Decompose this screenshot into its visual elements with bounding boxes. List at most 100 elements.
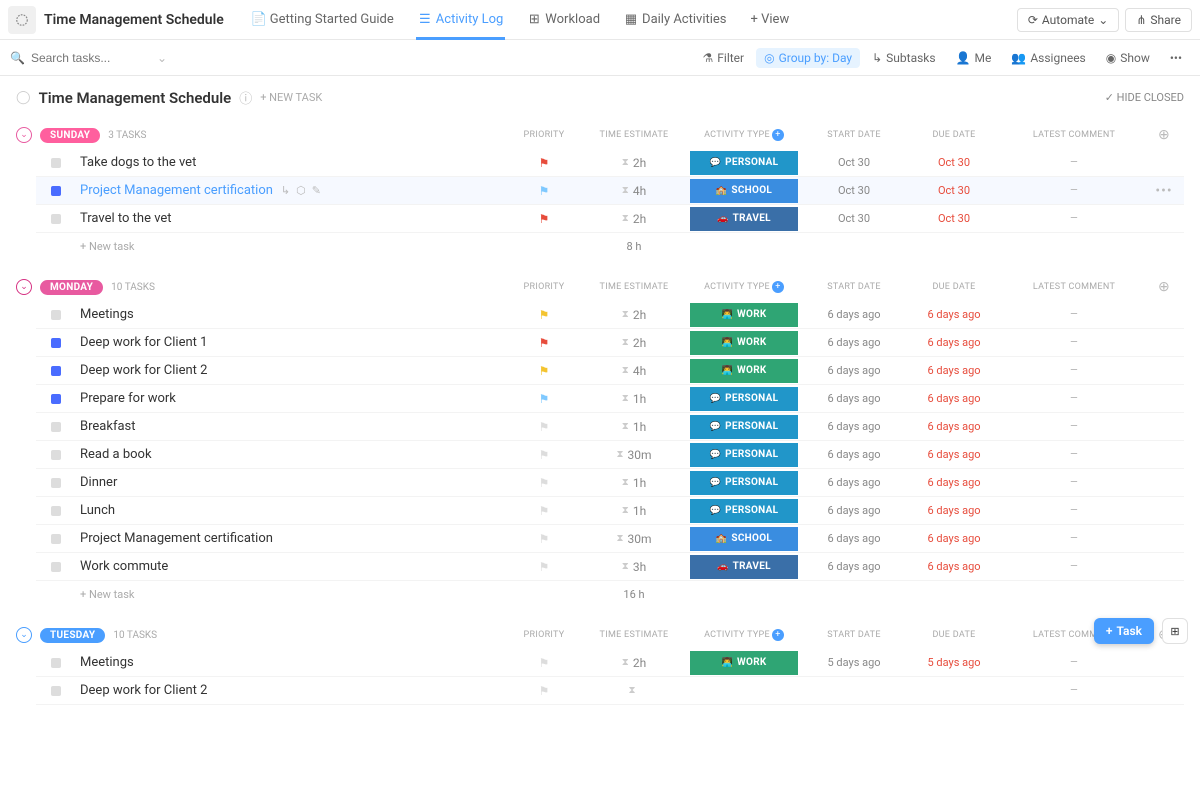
due-date-cell[interactable]: Oct 30 — [904, 184, 1004, 197]
task-name[interactable]: Breakfast — [76, 419, 504, 434]
search-input[interactable] — [31, 51, 151, 65]
task-name[interactable]: Take dogs to the vet — [76, 155, 504, 170]
task-row[interactable]: Deep work for Client 1 ⚑ ⧗2h 👨‍💻WORK 6 d… — [36, 329, 1184, 357]
col-due[interactable]: DUE DATE — [904, 630, 1004, 640]
comment-cell[interactable]: – — [1004, 419, 1144, 434]
add-activity-icon[interactable]: + — [772, 281, 784, 293]
status-indicator[interactable] — [51, 658, 61, 668]
comment-cell[interactable]: – — [1004, 391, 1144, 406]
task-row[interactable]: Deep work for Client 2 ⚑ ⧗ – — [36, 677, 1184, 705]
estimate-cell[interactable]: ⧗1h — [584, 504, 684, 518]
activity-badge[interactable]: 💬PERSONAL — [690, 443, 798, 467]
col-comment[interactable]: LATEST COMMENT — [1004, 130, 1144, 140]
comment-cell[interactable]: – — [1004, 655, 1144, 670]
collapse-toggle[interactable]: ⌄ — [16, 279, 32, 295]
col-priority[interactable]: PRIORITY — [504, 630, 584, 640]
day-badge[interactable]: SUNDAY — [40, 128, 100, 143]
activity-badge[interactable]: 💬PERSONAL — [690, 151, 798, 175]
col-priority[interactable]: PRIORITY — [504, 282, 584, 292]
priority-cell[interactable]: ⚑ — [504, 336, 584, 350]
col-estimate[interactable]: TIME ESTIMATE — [584, 630, 684, 640]
status-indicator[interactable] — [51, 394, 61, 404]
priority-cell[interactable]: ⚑ — [504, 392, 584, 406]
status-indicator[interactable] — [51, 506, 61, 516]
show-button[interactable]: ◉Show — [1098, 48, 1158, 68]
activity-cell[interactable]: 🚗TRAVEL — [684, 555, 804, 579]
comment-cell[interactable]: – — [1004, 475, 1144, 490]
comment-cell[interactable]: – — [1004, 559, 1144, 574]
due-date-cell[interactable]: 6 days ago — [904, 364, 1004, 377]
col-priority[interactable]: PRIORITY — [504, 130, 584, 140]
task-row[interactable]: Project Management certification ⚑ ⧗30m … — [36, 525, 1184, 553]
subtasks-button[interactable]: ↳Subtasks — [864, 48, 943, 68]
task-row[interactable]: Breakfast ⚑ ⧗1h 💬PERSONAL 6 days ago 6 d… — [36, 413, 1184, 441]
tab-workload[interactable]: ⊞Workload — [515, 0, 612, 40]
groupby-button[interactable]: ◎Group by: Day — [756, 48, 860, 68]
activity-cell[interactable]: 🏫SCHOOL — [684, 527, 804, 551]
activity-cell[interactable]: 👨‍💻WORK — [684, 303, 804, 327]
add-column-button[interactable]: ⊕ — [1158, 279, 1170, 295]
start-date-cell[interactable]: 6 days ago — [804, 420, 904, 433]
status-indicator[interactable] — [51, 686, 61, 696]
due-date-cell[interactable]: 6 days ago — [904, 560, 1004, 573]
new-task-fab[interactable]: + Task — [1094, 618, 1154, 644]
task-row[interactable]: Deep work for Client 2 ⚑ ⧗4h 👨‍💻WORK 6 d… — [36, 357, 1184, 385]
col-activity[interactable]: ACTIVITY TYPE + — [684, 629, 804, 641]
priority-cell[interactable]: ⚑ — [504, 684, 584, 698]
task-name[interactable]: Prepare for work — [76, 391, 504, 406]
search-box[interactable]: 🔍 ⌄ — [10, 51, 167, 65]
task-name[interactable]: Travel to the vet — [76, 211, 504, 226]
collapse-toggle[interactable]: ⌄ — [16, 627, 32, 643]
comment-cell[interactable]: – — [1004, 155, 1144, 170]
chevron-down-icon[interactable]: ⌄ — [157, 51, 167, 65]
activity-badge[interactable]: 💬PERSONAL — [690, 471, 798, 495]
priority-cell[interactable]: ⚑ — [504, 532, 584, 546]
comment-cell[interactable]: – — [1004, 531, 1144, 546]
task-row[interactable]: Travel to the vet ⚑ ⧗2h 🚗TRAVEL Oct 30 O… — [36, 205, 1184, 233]
new-task-button[interactable]: + New task — [76, 588, 504, 601]
activity-cell[interactable]: 💬PERSONAL — [684, 471, 804, 495]
activity-badge[interactable]: 🚗TRAVEL — [690, 555, 798, 579]
task-name[interactable]: Lunch — [76, 503, 504, 518]
task-name[interactable]: Work commute — [76, 559, 504, 574]
col-comment[interactable]: LATEST COMMENT — [1004, 282, 1144, 292]
task-name[interactable]: Project Management certification↳⬡✎ — [76, 183, 504, 198]
new-task-button[interactable]: + New task — [76, 240, 504, 253]
status-indicator[interactable] — [51, 310, 61, 320]
priority-cell[interactable]: ⚑ — [504, 156, 584, 170]
due-date-cell[interactable]: 6 days ago — [904, 448, 1004, 461]
info-icon[interactable]: ⓘ — [239, 88, 252, 107]
activity-badge[interactable]: 🏫SCHOOL — [690, 527, 798, 551]
task-row[interactable]: Project Management certification↳⬡✎ ⚑ ⧗4… — [36, 177, 1184, 205]
estimate-cell[interactable]: ⧗2h — [584, 212, 684, 226]
task-row[interactable]: Meetings ⚑ ⧗2h 👨‍💻WORK 5 days ago 5 days… — [36, 649, 1184, 677]
task-name[interactable]: Meetings — [76, 307, 504, 322]
start-date-cell[interactable]: Oct 30 — [804, 156, 904, 169]
col-estimate[interactable]: TIME ESTIMATE — [584, 282, 684, 292]
start-date-cell[interactable]: 6 days ago — [804, 336, 904, 349]
priority-cell[interactable]: ⚑ — [504, 420, 584, 434]
estimate-cell[interactable]: ⧗1h — [584, 420, 684, 434]
task-row[interactable]: Take dogs to the vet ⚑ ⧗2h 💬PERSONAL Oct… — [36, 149, 1184, 177]
estimate-cell[interactable]: ⧗4h — [584, 364, 684, 378]
start-date-cell[interactable]: 6 days ago — [804, 308, 904, 321]
status-indicator[interactable] — [51, 338, 61, 348]
estimate-cell[interactable]: ⧗30m — [584, 448, 684, 462]
estimate-cell[interactable]: ⧗2h — [584, 336, 684, 350]
priority-cell[interactable]: ⚑ — [504, 308, 584, 322]
activity-badge[interactable]: 🚗TRAVEL — [690, 207, 798, 231]
hide-closed-button[interactable]: ✓ HIDE CLOSED — [1105, 91, 1184, 104]
tab-daily-activities[interactable]: ▦Daily Activities — [612, 0, 738, 40]
activity-badge[interactable]: 👨‍💻WORK — [690, 303, 798, 327]
col-due[interactable]: DUE DATE — [904, 282, 1004, 292]
task-name[interactable]: Read a book — [76, 447, 504, 462]
add-view-button[interactable]: + View — [739, 0, 802, 40]
due-date-cell[interactable]: 6 days ago — [904, 504, 1004, 517]
due-date-cell[interactable]: 6 days ago — [904, 476, 1004, 489]
status-indicator[interactable] — [51, 534, 61, 544]
subtask-icon[interactable]: ↳ — [281, 184, 290, 197]
collapse-toggle[interactable]: ⌄ — [16, 127, 32, 143]
start-date-cell[interactable]: 6 days ago — [804, 560, 904, 573]
activity-badge[interactable]: 👨‍💻WORK — [690, 359, 798, 383]
task-row[interactable]: Dinner ⚑ ⧗1h 💬PERSONAL 6 days ago 6 days… — [36, 469, 1184, 497]
